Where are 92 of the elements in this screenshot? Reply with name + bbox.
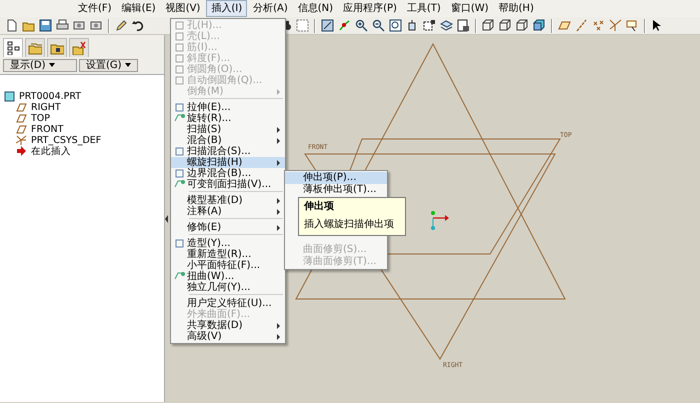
tree-item[interactable]: RIGHT <box>31 102 61 113</box>
menu-item[interactable]: 帮助(H) <box>494 0 538 17</box>
pencil-icon[interactable] <box>115 19 128 32</box>
menu-item[interactable]: 应用程序(P) <box>339 0 401 17</box>
zoom-out-icon[interactable] <box>372 19 385 32</box>
menu-item[interactable]: 螺旋扫描(H) <box>171 157 285 168</box>
tree-item[interactable]: FRONT <box>31 124 64 135</box>
undo-icon[interactable] <box>132 19 145 32</box>
menu-item[interactable]: 修饰(E) <box>171 222 285 233</box>
view-manager-icon[interactable] <box>457 19 470 32</box>
menu-item[interactable]: 拉伸(E)... <box>171 102 285 113</box>
panel-tab[interactable] <box>47 38 67 57</box>
coordinate-system-icon <box>431 211 449 230</box>
connections-icon <box>72 41 86 56</box>
feature-icon <box>174 20 184 31</box>
feature-icon <box>174 75 184 86</box>
coordinate-system-icon <box>16 135 27 146</box>
tree-item[interactable]: TOP <box>31 113 50 124</box>
part-icon <box>4 91 15 102</box>
feature-icon <box>174 271 184 282</box>
menu-item[interactable]: 用户定义特征(U)... <box>171 298 285 309</box>
datum-plane-icon[interactable] <box>558 19 571 32</box>
save-icon[interactable] <box>39 19 52 32</box>
wireframe-cube-icon[interactable] <box>499 19 512 32</box>
dropdown-button[interactable]: 显示(D) <box>3 59 77 72</box>
tree-item[interactable]: PRT0004.PRT <box>19 91 82 102</box>
feature-icon <box>174 53 184 64</box>
spin-center-icon[interactable] <box>338 19 351 32</box>
menu-item[interactable]: 伸出项(P)... <box>285 172 387 184</box>
tree-item[interactable]: 在此插入 <box>31 146 71 157</box>
menu-item[interactable]: 独立几何(Y)... <box>171 282 285 293</box>
feature-icon <box>174 146 184 157</box>
tooltip-title: 伸出项 <box>304 201 335 213</box>
feature-icon <box>174 179 184 190</box>
feature-icon <box>174 102 184 113</box>
layers-icon[interactable] <box>440 19 453 32</box>
feature-icon <box>174 168 184 179</box>
annotation-icon[interactable] <box>626 19 639 32</box>
menu-item[interactable]: 分析(A) <box>249 0 292 17</box>
camera-icon[interactable] <box>73 19 86 32</box>
datum-plane-icon <box>16 113 27 124</box>
collapse-arrow-icon[interactable] <box>165 214 169 222</box>
menu-item[interactable]: 插入(I) <box>206 0 248 17</box>
menu-item[interactable]: 视图(V) <box>162 0 204 17</box>
tooltip-text: 插入螺旋扫描伸出项 <box>304 219 395 231</box>
coordinate-system-icon[interactable] <box>609 19 622 32</box>
feature-icon <box>174 64 184 75</box>
refit-icon[interactable] <box>389 19 402 32</box>
saved-views-icon[interactable] <box>423 19 436 32</box>
menu-item[interactable]: 重新造型(R)... <box>171 249 285 260</box>
menu-item[interactable]: 文件(F) <box>74 0 116 17</box>
menu-item[interactable]: 注释(A) <box>171 206 285 217</box>
new-file-icon[interactable] <box>5 19 18 32</box>
menu-item[interactable]: 混合(B) <box>171 135 285 146</box>
folders-icon <box>28 41 42 56</box>
wireframe-cube-icon[interactable] <box>516 19 529 32</box>
wireframe-cube-icon[interactable] <box>482 19 495 32</box>
datum-axis-icon[interactable] <box>575 19 588 32</box>
repaint-icon[interactable] <box>321 19 334 32</box>
zoom-in-icon[interactable] <box>355 19 368 32</box>
menu-item[interactable]: 小平面特征(F)... <box>171 260 285 271</box>
menu-item[interactable]: 薄板伸出项(T)... <box>285 184 387 196</box>
model-tree-icon <box>6 41 20 56</box>
menu-item[interactable]: 旋转(R)... <box>171 113 285 124</box>
menu-item[interactable]: 工具(T) <box>402 0 445 17</box>
feature-icon <box>174 238 184 249</box>
menu-item[interactable]: 窗口(W) <box>446 0 493 17</box>
menu-item[interactable]: 可变剖面扫描(V)... <box>171 179 285 190</box>
menu-item[interactable]: 扭曲(W)... <box>171 271 285 282</box>
tree-item[interactable]: PRT_CSYS_DEF <box>31 135 102 146</box>
menu-item[interactable]: 扫描(S) <box>171 124 285 135</box>
feature-icon <box>174 31 184 42</box>
datum-point-icon[interactable] <box>592 19 605 32</box>
menu-item[interactable]: 编辑(E) <box>118 0 160 17</box>
insert-arrow-icon <box>16 146 27 157</box>
menu-item[interactable]: 造型(Y)... <box>171 238 285 249</box>
menu-item[interactable]: 共享数据(D) <box>171 320 285 331</box>
feature-icon <box>174 113 184 124</box>
menu-item[interactable]: 高级(V) <box>171 331 285 342</box>
dropdown-button[interactable]: 设置(G) <box>79 59 138 72</box>
menu-item[interactable]: 信息(N) <box>294 0 338 17</box>
panel-tab[interactable] <box>3 38 23 57</box>
datum-plane-icon <box>16 124 27 135</box>
datum-plane-icon <box>16 102 27 113</box>
selection-box-icon[interactable] <box>296 19 309 32</box>
camera-icon[interactable] <box>90 19 103 32</box>
menu-item[interactable]: 模型基准(D) <box>171 195 285 206</box>
printer-icon[interactable] <box>56 19 69 32</box>
feature-icon <box>174 42 184 53</box>
menu-item[interactable]: 边界混合(B)... <box>171 168 285 179</box>
menu-item[interactable]: 扫描混合(S)... <box>171 146 285 157</box>
shaded-cube-icon[interactable] <box>533 19 546 32</box>
